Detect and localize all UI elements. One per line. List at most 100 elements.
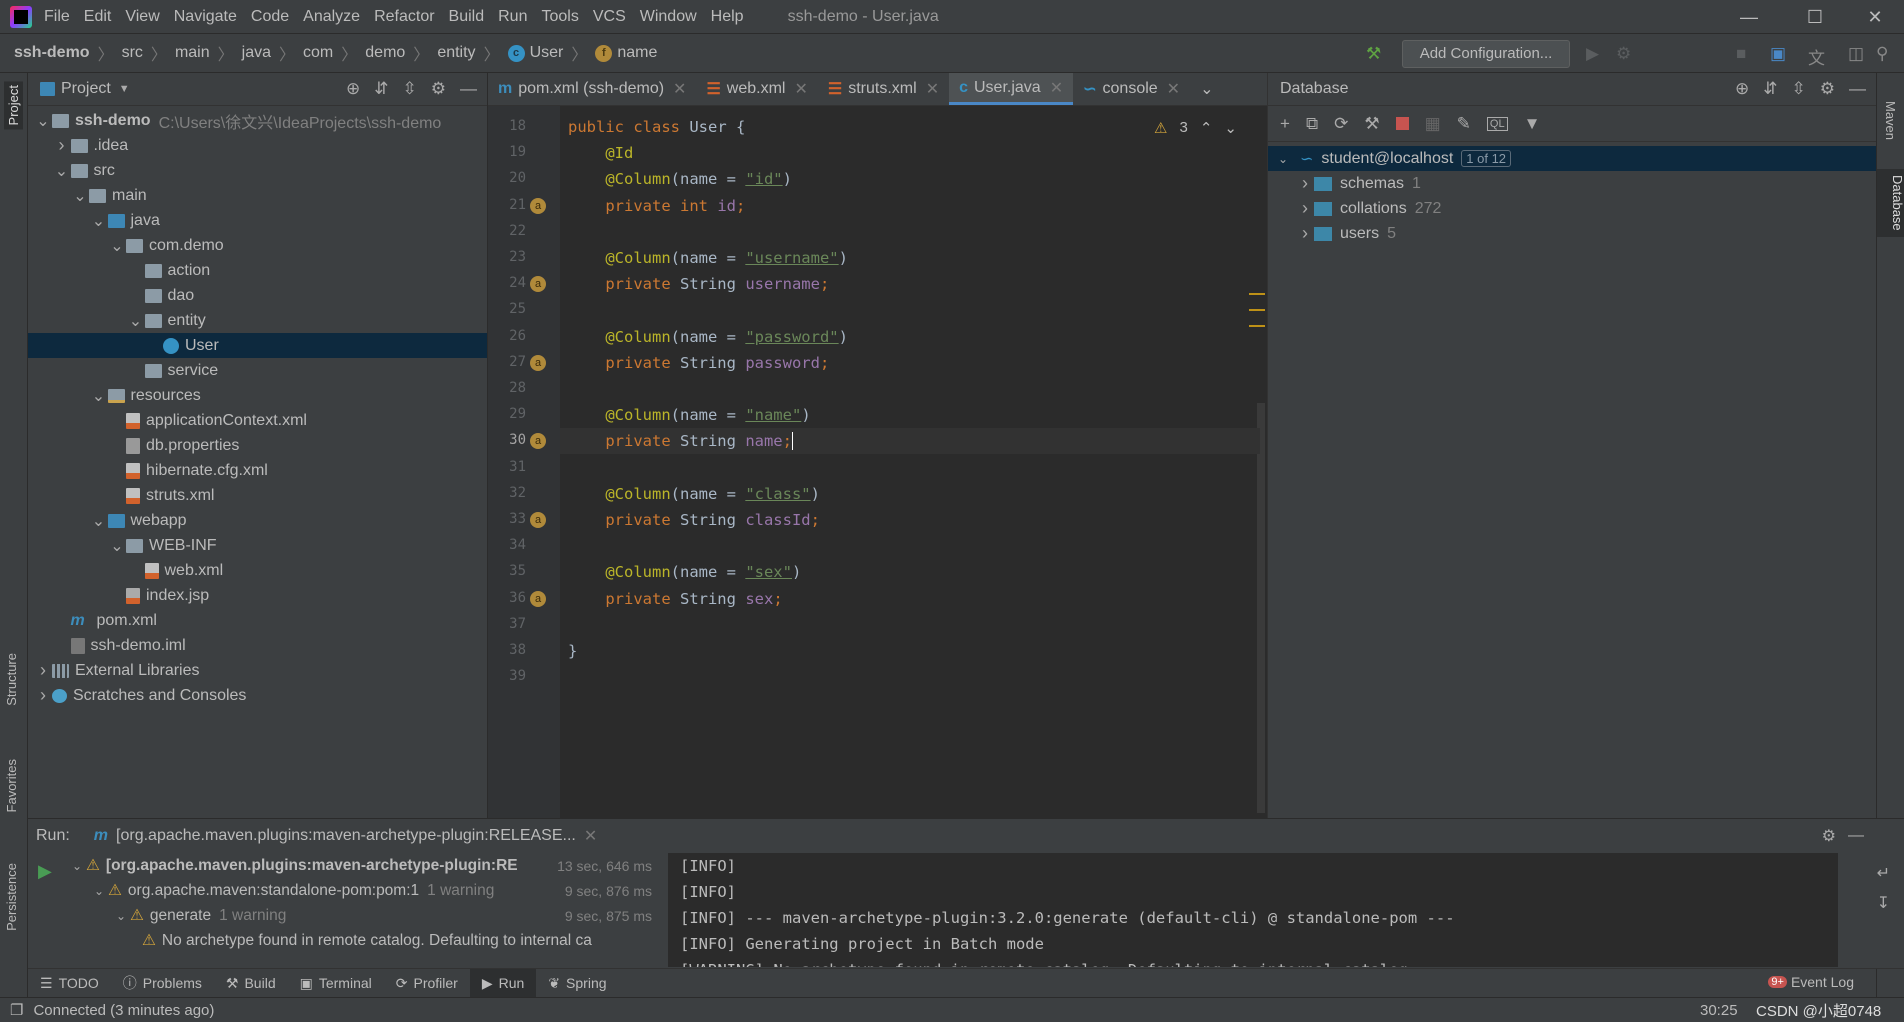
close-tab-icon[interactable]: ✕ bbox=[1167, 79, 1180, 99]
caret-position[interactable]: 30:25 bbox=[1700, 1002, 1738, 1019]
datasource-student-localhost[interactable]: ⌄ ∽ student@localhost 1 of 12 bbox=[1268, 146, 1876, 171]
tree-item[interactable]: applicationContext.xml bbox=[28, 408, 487, 433]
tool-tab-todo[interactable]: ☰ TODO bbox=[28, 969, 111, 998]
hide-icon[interactable]: — bbox=[460, 79, 477, 99]
tree-item[interactable]: web.xml bbox=[28, 558, 487, 583]
chevron-right-icon[interactable]: › bbox=[1296, 173, 1314, 194]
tree-item[interactable]: service bbox=[28, 358, 487, 383]
close-window-button[interactable]: ✕ bbox=[1846, 0, 1904, 34]
tree-item[interactable]: ⌄ resources bbox=[28, 383, 487, 408]
tab-pom-xml[interactable]: m pom.xml (ssh-demo) ✕ bbox=[488, 73, 696, 105]
next-highlight-icon[interactable]: ⌄ bbox=[1224, 119, 1237, 137]
project-tool-button[interactable]: Project bbox=[4, 81, 23, 130]
bean-property-icon[interactable]: a bbox=[530, 590, 546, 607]
menu-run[interactable]: Run bbox=[498, 8, 527, 26]
edit-icon[interactable]: ✎ bbox=[1457, 114, 1471, 134]
menu-vcs[interactable]: VCS bbox=[593, 8, 626, 26]
chevron-right-icon[interactable]: › bbox=[34, 660, 52, 681]
chevron-down-icon[interactable]: ⌄ bbox=[90, 211, 108, 231]
run-tree-item[interactable]: ⌄ ⚠ [org.apache.maven.plugins:maven-archet… bbox=[62, 853, 660, 878]
event-log-button[interactable]: 9+ Event Log bbox=[1768, 974, 1854, 990]
refresh-icon[interactable]: ⟳ bbox=[1334, 114, 1348, 134]
menu-build[interactable]: Build bbox=[449, 8, 485, 26]
tree-item[interactable]: ssh-demo.iml bbox=[28, 633, 487, 658]
query-console-icon[interactable]: QL bbox=[1486, 116, 1508, 131]
gear-icon[interactable]: ⚙ bbox=[1822, 826, 1836, 846]
tool-tab-profiler[interactable]: ⟳ Profiler bbox=[384, 969, 470, 998]
hide-icon[interactable]: — bbox=[1849, 79, 1866, 99]
locate-icon[interactable]: ⊕ bbox=[346, 79, 360, 99]
menu-edit[interactable]: Edit bbox=[84, 8, 112, 26]
debug-icon[interactable]: ⚙ bbox=[1616, 44, 1631, 64]
breadcrumb-item[interactable]: ssh-demo bbox=[14, 44, 90, 62]
chevron-right-icon[interactable]: › bbox=[34, 685, 52, 706]
hide-icon[interactable]: — bbox=[1848, 827, 1864, 845]
tree-item[interactable]: struts.xml bbox=[28, 483, 487, 508]
tree-item[interactable]: ⌄ main bbox=[28, 183, 487, 208]
menu-code[interactable]: Code bbox=[251, 8, 289, 26]
minimize-button[interactable]: — bbox=[1720, 0, 1778, 34]
chevron-down-icon[interactable]: ⌄ bbox=[108, 536, 126, 556]
chevron-down-icon[interactable]: ⌄ bbox=[68, 859, 86, 873]
editor-scrollbar[interactable] bbox=[1257, 403, 1265, 813]
run-tab[interactable]: [org.apache.maven.plugins:maven-archetyp… bbox=[116, 827, 576, 845]
run-tree-item[interactable]: ⌄ ⚠ org.apache.maven:standalone-pom:pom:1 1… bbox=[62, 878, 660, 903]
tree-item[interactable]: ⌄ WEB-INF bbox=[28, 533, 487, 558]
tree-item[interactable]: index.jsp bbox=[28, 583, 487, 608]
database-tool-button[interactable]: Database bbox=[1877, 169, 1904, 237]
stop-icon[interactable] bbox=[1395, 117, 1409, 130]
close-tab-icon[interactable]: ✕ bbox=[1050, 78, 1063, 98]
tree-item[interactable]: m pom.xml bbox=[28, 608, 487, 633]
breadcrumb-item[interactable]: src bbox=[122, 44, 143, 62]
tool-tab-terminal[interactable]: ▣ Terminal bbox=[288, 969, 384, 998]
schema-count-badge[interactable]: 1 of 12 bbox=[1461, 150, 1512, 167]
tree-item[interactable]: db.properties bbox=[28, 433, 487, 458]
favorites-tool-button[interactable]: Favorites bbox=[4, 759, 19, 812]
chevron-down-icon[interactable]: ⌄ bbox=[127, 311, 145, 331]
collapse-all-icon[interactable]: ⇳ bbox=[403, 79, 417, 99]
add-configuration-button[interactable]: Add Configuration... bbox=[1402, 40, 1570, 68]
collapse-all-icon[interactable]: ⇳ bbox=[1792, 79, 1806, 99]
close-tab-icon[interactable]: ✕ bbox=[673, 79, 686, 99]
menu-view[interactable]: View bbox=[125, 8, 159, 26]
tree-item[interactable]: › .idea bbox=[28, 133, 487, 158]
filter-icon[interactable]: ▼ bbox=[1524, 114, 1541, 134]
toggle-tool-windows-icon[interactable]: ❐ bbox=[10, 1001, 23, 1019]
project-panel-title[interactable]: Project bbox=[61, 80, 111, 98]
tool-tab-build[interactable]: ⚒ Build bbox=[214, 969, 288, 998]
build-hammer-icon[interactable]: ⚒ bbox=[1366, 44, 1381, 64]
gear-icon[interactable]: ⚙ bbox=[1820, 79, 1835, 99]
project-structure-icon[interactable]: ▣ bbox=[1770, 44, 1786, 64]
copy-icon[interactable]: ⧉ bbox=[1306, 114, 1318, 134]
menu-window[interactable]: Window bbox=[640, 8, 697, 26]
chevron-right-icon[interactable]: › bbox=[1296, 223, 1314, 244]
more-tabs-icon[interactable]: ⌄ bbox=[1190, 73, 1223, 105]
maven-tool-button[interactable]: Maven bbox=[1883, 101, 1898, 140]
menu-file[interactable]: File bbox=[44, 8, 70, 26]
chevron-down-icon[interactable]: ⌄ bbox=[71, 186, 89, 206]
tree-item[interactable]: action bbox=[28, 258, 487, 283]
rerun-icon[interactable]: ▶ bbox=[38, 861, 52, 882]
inspection-widget[interactable]: ⚠ 3 ⌃ ⌄ bbox=[1154, 119, 1237, 137]
tree-item[interactable]: hibernate.cfg.xml bbox=[28, 458, 487, 483]
db-node-collations[interactable]: › collations 272 bbox=[1268, 196, 1876, 221]
table-icon[interactable]: ▦ bbox=[1425, 114, 1441, 134]
menu-tools[interactable]: Tools bbox=[541, 8, 578, 26]
tab-User-java[interactable]: c User.java ✕ bbox=[949, 73, 1074, 105]
tab-console[interactable]: ∽ console ✕ bbox=[1073, 73, 1190, 105]
tree-item[interactable]: ⌄ entity bbox=[28, 308, 487, 333]
add-icon[interactable]: + bbox=[1280, 114, 1290, 134]
tree-item[interactable]: ⌄ java bbox=[28, 208, 487, 233]
tool-tab-spring[interactable]: ❦ Spring bbox=[536, 969, 618, 998]
gear-icon[interactable]: ⚙ bbox=[431, 79, 446, 99]
menu-analyze[interactable]: Analyze bbox=[303, 8, 360, 26]
tree-item[interactable]: ⌄ ssh-demo C:\Users\徐文兴\IdeaProjects\ssh-d… bbox=[28, 108, 487, 133]
tree-item[interactable]: ⌄ com.demo bbox=[28, 233, 487, 258]
menu-help[interactable]: Help bbox=[711, 8, 744, 26]
bean-property-icon[interactable]: a bbox=[530, 354, 546, 371]
tree-item[interactable]: ⌄ src bbox=[28, 158, 487, 183]
maximize-button[interactable]: ☐ bbox=[1786, 0, 1844, 34]
soft-wrap-icon[interactable]: ↵ bbox=[1877, 863, 1890, 883]
run-tree-item[interactable]: ⌄ ⚠ generate 1 warning 9 sec, 875 ms bbox=[62, 903, 660, 928]
presentation-icon[interactable]: ◫ bbox=[1848, 44, 1864, 64]
